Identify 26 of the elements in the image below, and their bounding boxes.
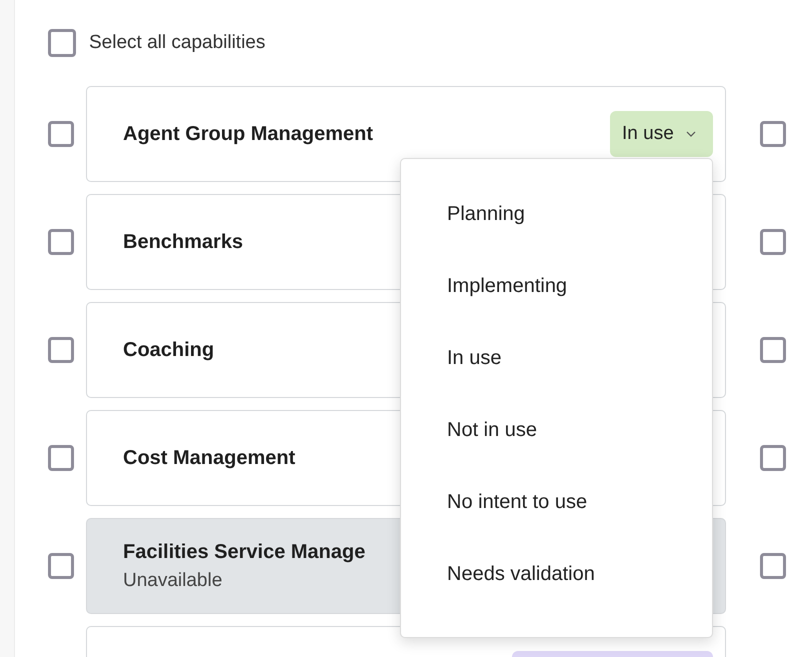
select-all-checkbox[interactable] [48, 29, 76, 57]
capability-checkbox[interactable] [760, 445, 786, 471]
capability-name: Coaching [123, 338, 214, 362]
status-note: Unavailable [123, 570, 224, 592]
capability-name: Agent Group Management [123, 122, 374, 146]
capability-checkbox[interactable] [48, 337, 74, 363]
status-option[interactable]: Needs validation [447, 538, 712, 610]
status-option[interactable]: In use [447, 322, 712, 394]
capability-checkbox[interactable] [48, 121, 74, 147]
status-dropdown[interactable]: In use [610, 111, 713, 157]
capability-checkbox[interactable] [760, 229, 786, 255]
capability-checkbox[interactable] [760, 553, 786, 579]
capability-checkbox[interactable] [48, 445, 74, 471]
capability-name: Cost Management [123, 446, 296, 470]
capability-checkbox[interactable] [48, 229, 74, 255]
capability-checkbox[interactable] [760, 121, 786, 147]
capability-checkbox[interactable] [48, 553, 74, 579]
status-option[interactable]: Planning [447, 178, 712, 250]
select-all-label: Select all capabilities [89, 32, 266, 54]
status-option[interactable]: No intent to use [447, 466, 712, 538]
status-option[interactable]: Not in use [447, 394, 712, 466]
chevron-down-icon [686, 131, 696, 137]
capability-checkbox[interactable] [760, 337, 786, 363]
capability-name: Benchmarks [123, 230, 244, 254]
status-option[interactable]: Implementing [447, 250, 712, 322]
capability-name: Facilities Service Manage [123, 540, 366, 564]
